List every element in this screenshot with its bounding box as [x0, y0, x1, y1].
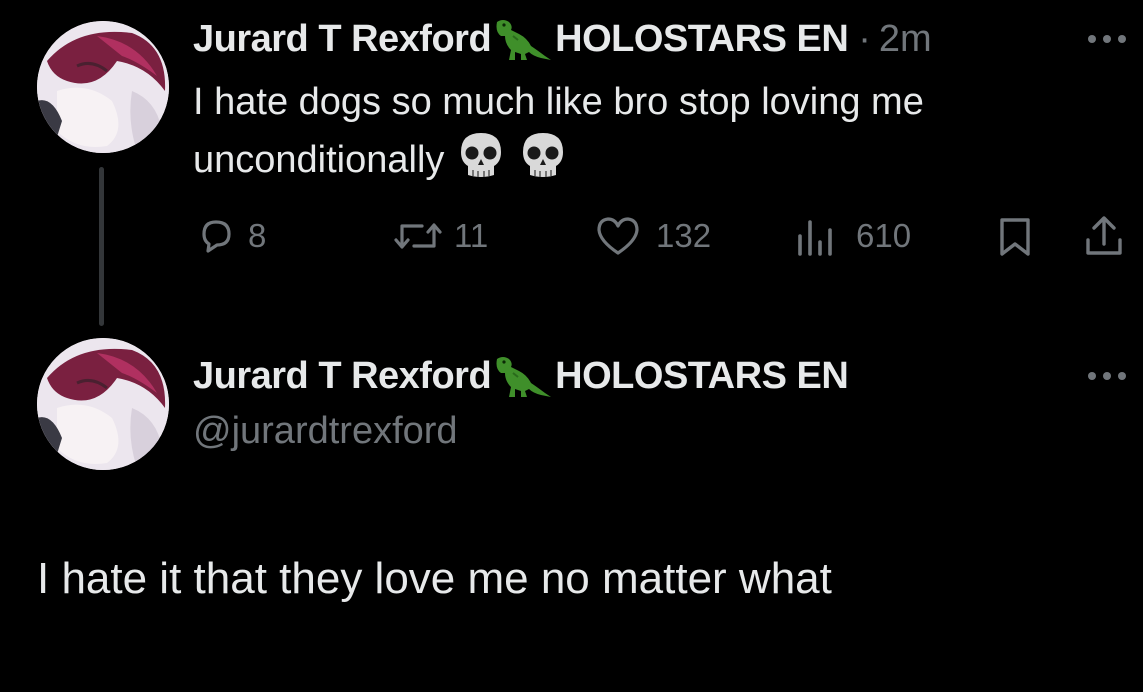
tweet-text: I hate dogs so much like bro stop loving… — [193, 74, 1093, 188]
bookmark-icon — [1000, 218, 1030, 256]
reply-header: Jurard T Rexford HOLOSTARS EN — [193, 353, 849, 399]
retweet-button[interactable]: 11 — [392, 216, 488, 256]
avatar[interactable] — [37, 21, 169, 153]
author-handle[interactable]: @jurardtrexford — [193, 408, 458, 454]
bookmark-button[interactable] — [998, 216, 1032, 258]
views-button[interactable]: 610 — [796, 214, 911, 258]
reply-text: I hate it that they love me no matter wh… — [37, 554, 832, 603]
heart-icon — [597, 217, 639, 255]
reply-bubble-icon — [202, 220, 231, 253]
retweet-icon — [394, 223, 442, 249]
more-dots-icon[interactable] — [1086, 370, 1128, 382]
share-icon — [1086, 216, 1122, 255]
timestamp[interactable]: 2m — [879, 16, 932, 62]
tweet-header: Jurard T Rexford HOLOSTARS EN · 2m — [193, 16, 932, 62]
views-bars-icon — [798, 220, 832, 256]
t-rex-icon — [493, 16, 555, 62]
share-button[interactable] — [1083, 214, 1125, 258]
author-name[interactable]: Jurard T Rexford — [193, 353, 492, 399]
avatar[interactable] — [37, 338, 169, 470]
time-separator: · — [858, 18, 871, 60]
like-count: 132 — [656, 217, 712, 254]
more-dots-icon[interactable] — [1086, 33, 1128, 45]
retweet-count: 11 — [454, 217, 489, 254]
author-name[interactable]: Jurard T Rexford — [193, 16, 492, 62]
reply-count: 8 — [248, 217, 267, 254]
author-affiliation: HOLOSTARS EN — [555, 355, 849, 397]
view-count: 610 — [856, 217, 912, 254]
reply-button[interactable]: 8 — [196, 216, 266, 256]
t-rex-icon — [493, 353, 555, 399]
thread-line — [99, 167, 104, 326]
skull-emoji-icon — [518, 130, 568, 180]
skull-emoji-icon — [456, 130, 506, 180]
like-button[interactable]: 132 — [594, 214, 711, 258]
author-affiliation: HOLOSTARS EN — [555, 18, 849, 60]
